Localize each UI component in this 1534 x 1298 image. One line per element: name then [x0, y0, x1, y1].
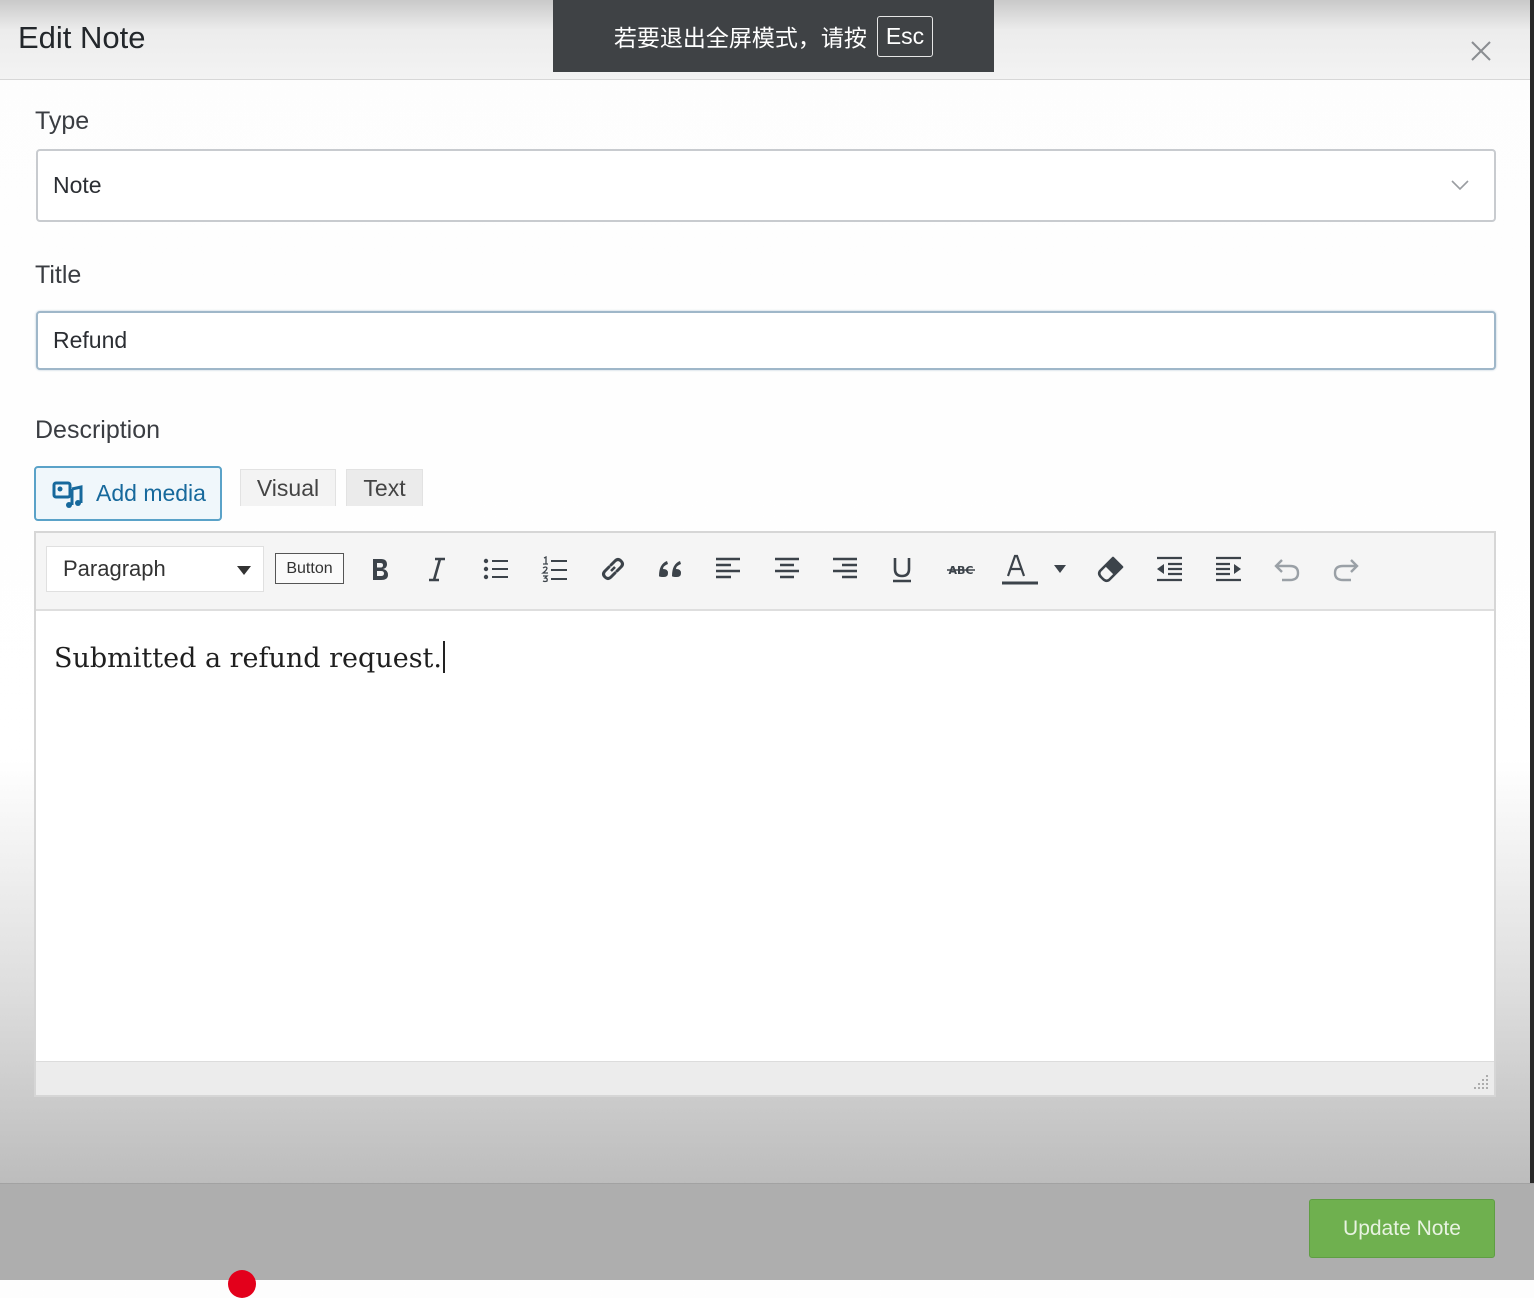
fullscreen-toast-message: 若要退出全屏模式，请按	[613, 25, 867, 51]
outdent-button[interactable]	[1151, 551, 1187, 587]
esc-key-hint: Esc	[876, 15, 934, 57]
title-label: Title	[35, 261, 82, 289]
numbered-list-icon	[541, 555, 567, 583]
tab-visual[interactable]: Visual	[240, 469, 336, 506]
undo-button[interactable]	[1269, 551, 1305, 587]
caret-down-icon	[1054, 565, 1066, 573]
undo-icon	[1274, 559, 1300, 582]
strikethrough-button[interactable]: ABC	[943, 551, 979, 587]
align-left-button[interactable]	[710, 551, 746, 587]
modal-footer	[0, 1183, 1534, 1280]
align-center-button[interactable]	[769, 551, 805, 587]
blockquote-button[interactable]	[653, 551, 689, 587]
modal-title: Edit Note	[18, 20, 146, 55]
window-edge	[1530, 0, 1534, 1279]
bulleted-list-button[interactable]	[478, 551, 514, 587]
text-cursor	[442, 641, 445, 673]
text-color-button[interactable]	[999, 551, 1041, 587]
close-button[interactable]	[1466, 36, 1496, 66]
link-icon	[602, 558, 624, 580]
text-color-dropdown[interactable]	[1050, 551, 1070, 587]
redo-icon	[1333, 559, 1359, 582]
description-label: Description	[35, 416, 161, 444]
insert-link-button[interactable]	[595, 551, 631, 587]
clear-formatting-icon	[1097, 556, 1124, 583]
bulleted-list-icon	[483, 558, 508, 580]
blockquote-icon	[659, 561, 681, 577]
chevron-down-icon	[1451, 180, 1469, 191]
numbered-list-button[interactable]	[537, 551, 573, 587]
align-right-icon	[833, 557, 857, 579]
type-select-value: Note	[53, 172, 102, 198]
underline-button[interactable]	[884, 551, 920, 587]
add-media-button[interactable]: Add media	[34, 466, 222, 521]
resize-grip-icon[interactable]	[1472, 1073, 1490, 1091]
title-input[interactable]: Refund	[36, 311, 1496, 370]
format-select[interactable]: Paragraph	[46, 546, 264, 592]
insert-button-button[interactable]: Button	[275, 553, 344, 584]
indent-button[interactable]	[1211, 551, 1247, 587]
add-media-label: Add media	[96, 480, 206, 506]
italic-button[interactable]	[419, 551, 455, 587]
close-icon	[1471, 41, 1491, 61]
editor-statusbar	[36, 1061, 1494, 1095]
align-right-button[interactable]	[827, 551, 863, 587]
outdent-icon	[1157, 556, 1182, 582]
format-select-value: Paragraph	[63, 556, 166, 581]
text-color-icon	[1002, 554, 1038, 585]
notification-dot	[228, 1270, 256, 1298]
underline-icon	[893, 558, 911, 583]
bold-icon	[373, 559, 388, 580]
redo-button[interactable]	[1328, 551, 1364, 587]
editor-content[interactable]: Submitted a refund request.	[54, 641, 445, 674]
fullscreen-exit-toast: 若要退出全屏模式，请按 Esc	[553, 0, 994, 72]
title-input-value: Refund	[53, 327, 128, 353]
italic-icon	[429, 557, 445, 582]
align-left-icon	[716, 557, 740, 579]
bold-button[interactable]	[362, 551, 398, 587]
type-label: Type	[35, 107, 90, 135]
media-icon	[52, 481, 83, 508]
update-note-button[interactable]: Update Note	[1309, 1199, 1495, 1258]
rich-text-editor: Paragraph Button ABC Submitted a refund …	[34, 531, 1496, 1097]
tab-text[interactable]: Text	[346, 469, 423, 506]
indent-icon	[1216, 556, 1241, 582]
strikethrough-icon: ABC	[947, 564, 975, 577]
editor-text: Submitted a refund request.	[54, 643, 442, 674]
align-center-icon	[775, 557, 799, 579]
type-select[interactable]: Note	[36, 149, 1496, 222]
caret-down-icon	[237, 566, 251, 575]
clear-formatting-button[interactable]	[1093, 551, 1129, 587]
editor-toolbar: Paragraph Button ABC	[36, 533, 1494, 611]
